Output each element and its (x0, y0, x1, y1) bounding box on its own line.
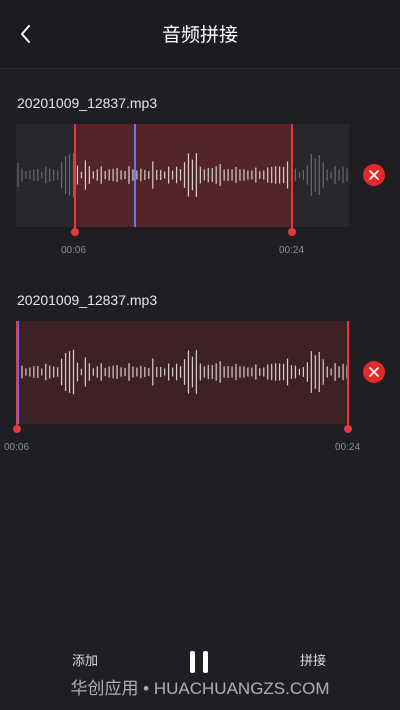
start-trim-dot[interactable] (12, 425, 21, 433)
watermark: 华创应用 • HUACHUANGZS.COM (70, 679, 330, 698)
header-bar: 音频拼接 (0, 0, 400, 69)
delete-clip-button[interactable] (363, 164, 385, 186)
pause-button[interactable] (187, 649, 213, 675)
end-time: 00:24 (279, 245, 305, 256)
pause-icon (187, 649, 213, 675)
delete-clip-button[interactable] (363, 361, 385, 383)
waveform-track[interactable] (16, 124, 349, 236)
end-trim-handle[interactable] (291, 124, 293, 232)
start-time: 00:06 (4, 442, 30, 453)
waveform-track[interactable] (12, 321, 352, 433)
end-time: 00:24 (335, 442, 361, 453)
page-title: 音频拼接 (161, 24, 238, 46)
start-time: 00:06 (61, 245, 87, 256)
clip-file-name: 20201009_12837.mp3 (17, 292, 158, 308)
start-trim-handle[interactable] (74, 124, 76, 232)
playhead[interactable] (17, 321, 19, 424)
clip-file-name: 20201009_12837.mp3 (17, 95, 158, 111)
waveform (17, 349, 348, 395)
start-trim-dot[interactable] (70, 228, 79, 236)
splice-button[interactable]: 拼接 (300, 654, 326, 670)
end-trim-handle[interactable] (347, 321, 349, 429)
end-trim-dot[interactable] (287, 228, 296, 236)
end-trim-dot[interactable] (343, 425, 352, 433)
waveform (17, 152, 348, 198)
close-icon (369, 170, 379, 180)
close-icon (369, 367, 379, 377)
playhead[interactable] (134, 124, 136, 227)
add-button[interactable]: 添加 (72, 654, 98, 670)
